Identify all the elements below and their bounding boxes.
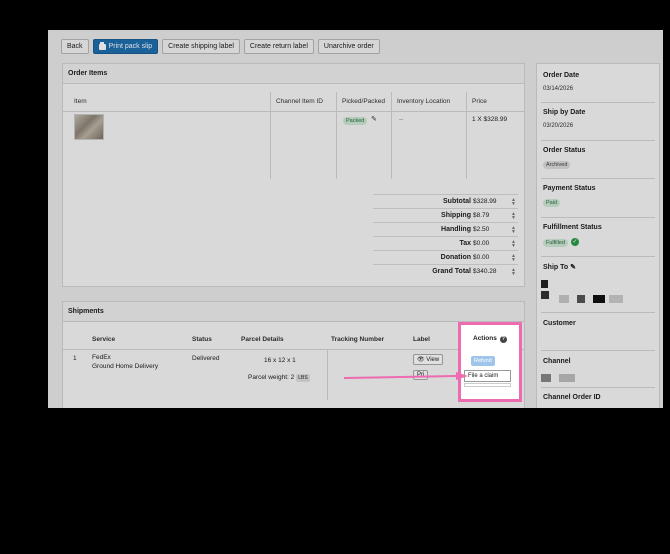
shipment-index: 1 [73, 355, 77, 362]
file-claim-option[interactable]: File a claim [464, 370, 511, 382]
col-label: Label [413, 336, 430, 343]
col-status: Status [192, 336, 212, 343]
view-label-text: View [426, 357, 440, 363]
col-parcel-details: Parcel Details [241, 336, 284, 343]
fulfillment-status-badge: Fulfilled [543, 238, 568, 247]
ship-to-text: Ship To [543, 264, 569, 271]
price-value: 1 X $328.99 [472, 116, 508, 123]
eye-icon: 👁 [417, 357, 425, 363]
total-row-handling: Handling $2.50 ▲ ▼ [373, 222, 518, 237]
order-status-label: Order Status [543, 147, 586, 154]
ship-by-section: Ship by Date 03/20/2026 [543, 109, 585, 129]
col-inventory-location: Inventory Location [397, 98, 451, 105]
stepper-icon[interactable]: ▲ ▼ [511, 212, 516, 221]
carrier-name: FedEx [92, 354, 111, 361]
weight-unit-badge: LBS [296, 374, 310, 382]
channel-label: Channel [543, 358, 571, 365]
fulfillment-status-section: Fulfillment Status Fulfilled ✓ [543, 224, 602, 247]
total-row-shipping: Shipping $8.79 ▲ ▼ [373, 208, 518, 223]
payment-status-label: Payment Status [543, 185, 596, 192]
stepper-icon[interactable]: ▲ ▼ [511, 226, 516, 235]
printer-icon [98, 41, 106, 50]
print-pack-slip-button[interactable]: Print pack slip [92, 39, 159, 54]
toolbar: Back Print pack slip Create shipping lab… [61, 39, 380, 54]
grand-total-value: $340.28 [473, 268, 497, 275]
col-price: Price [472, 98, 487, 105]
col-picked-packed: Picked/Packed [342, 98, 385, 105]
parcel-dimensions: 16 x 12 x 1 [264, 357, 296, 364]
parcel-weight-text: Parcel weight: 2 [248, 374, 295, 381]
donation-label: Donation [440, 254, 471, 261]
pointer-arrow-icon [344, 372, 468, 380]
packed-badge: Packed [343, 117, 368, 125]
stepper-icon[interactable]: ▲ ▼ [511, 268, 516, 277]
edit-pencil-icon[interactable]: ✎ [371, 115, 377, 123]
total-row-subtotal: Subtotal $328.99 ▲ ▼ [373, 194, 518, 209]
inventory-location-value: -- [399, 116, 404, 123]
grand-total-label: Grand Total [432, 268, 471, 275]
total-row-grand-total: Grand Total $340.28 ▲ ▼ [373, 264, 518, 279]
payment-status-section: Payment Status Paid [543, 185, 596, 207]
col-channel-item-id: Channel Item ID [276, 98, 323, 105]
handling-value: $2.50 [473, 226, 490, 233]
col-item: Item [74, 98, 87, 105]
col-service: Service [92, 336, 116, 343]
product-thumbnail[interactable] [74, 114, 104, 140]
subtotal-label: Subtotal [443, 198, 471, 205]
order-date-label: Order Date [543, 72, 580, 79]
stepper-icon[interactable]: ▲ ▼ [511, 198, 516, 207]
back-button[interactable]: Back [61, 39, 89, 54]
stepper-icon[interactable]: ▲ ▼ [511, 240, 516, 249]
shipping-label: Shipping [441, 212, 471, 219]
actions-header: Actions? [473, 335, 507, 343]
dropdown-bottom-edge [464, 383, 511, 387]
col-tracking-number: Tracking Number [331, 336, 385, 343]
order-items-panel: Order Items Item Channel Item ID Picked/… [62, 63, 525, 287]
ship-to-label: Ship To ✎ [543, 263, 576, 271]
view-label-button[interactable]: 👁 View [413, 354, 444, 365]
channel-order-id-section: Channel Order ID [543, 394, 601, 401]
fulfillment-status-label: Fulfillment Status [543, 224, 602, 231]
tax-value: $0.00 [473, 240, 490, 247]
check-icon: ✓ [570, 238, 579, 246]
create-shipping-label-button[interactable]: Create shipping label [162, 39, 240, 54]
donation-value: $0.00 [473, 254, 490, 261]
channel-section: Channel [543, 358, 571, 365]
order-items-title: Order Items [63, 64, 524, 84]
shipments-panel: Shipments Service Status Parcel Details … [62, 301, 525, 408]
subtotal-value: $328.99 [473, 198, 497, 205]
customer-section: Customer [543, 320, 576, 327]
edit-pencil-icon[interactable]: ✎ [570, 264, 576, 271]
customer-label: Customer [543, 320, 576, 327]
ship-to-section: Ship To ✎ [543, 263, 576, 271]
stepper-icon[interactable]: ▲ ▼ [511, 254, 516, 263]
service-name: Ground Home Delivery [92, 363, 159, 370]
shipment-status: Delivered [192, 355, 220, 362]
actions-header-text: Actions [473, 335, 497, 342]
order-status-section: Order Status Archived [543, 147, 585, 169]
total-row-tax: Tax $0.00 ▲ ▼ [373, 236, 518, 251]
payment-status-badge: Paid [543, 199, 561, 207]
tax-label: Tax [459, 240, 471, 247]
create-return-label-button[interactable]: Create return label [243, 39, 314, 54]
shipping-value: $8.79 [473, 212, 490, 219]
order-detail-screen: Back Print pack slip Create shipping lab… [48, 30, 663, 408]
order-summary-sidebar: Order Date 03/14/2026 Ship by Date 03/20… [536, 63, 660, 408]
ship-by-value: 03/20/2026 [543, 123, 574, 129]
unarchive-order-button[interactable]: Unarchive order [317, 39, 380, 54]
refund-button[interactable]: Refund [471, 356, 495, 366]
channel-order-id-label: Channel Order ID [543, 394, 601, 401]
total-row-donation: Donation $0.00 ▲ ▼ [373, 250, 518, 265]
shipments-title: Shipments [63, 302, 524, 322]
print-pack-slip-label: Print pack slip [108, 43, 153, 50]
help-icon[interactable]: ? [499, 336, 507, 343]
actions-highlight-box: Actions? Refund File a claim [458, 322, 522, 402]
order-status-badge: Archived [543, 161, 571, 169]
ship-by-label: Ship by Date [543, 109, 586, 116]
parcel-weight: Parcel weight: 2 LBS [248, 374, 310, 382]
order-date-section: Order Date 03/14/2026 [543, 72, 579, 92]
order-date-value: 03/14/2026 [543, 86, 574, 92]
handling-label: Handling [441, 226, 471, 233]
